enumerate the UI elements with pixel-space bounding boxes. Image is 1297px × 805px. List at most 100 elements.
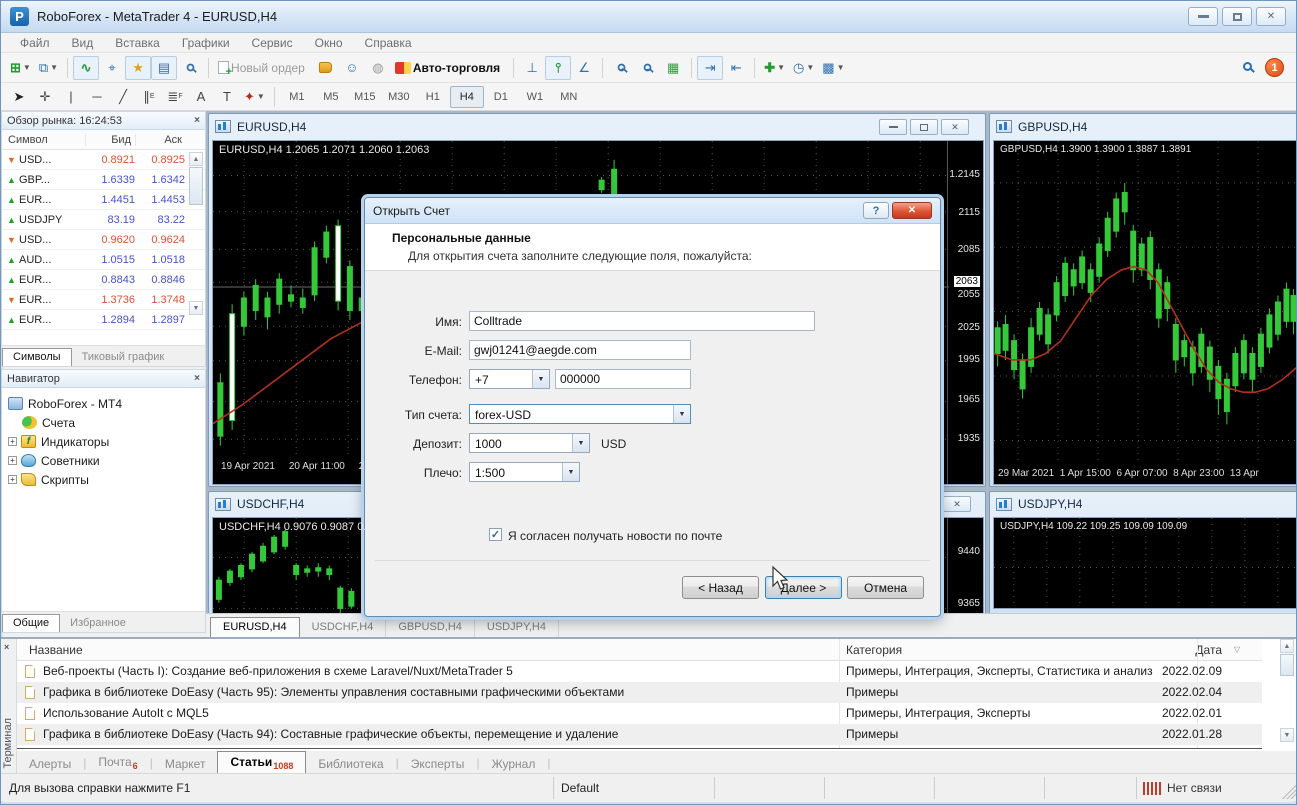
timeframe-h1[interactable]: H1 <box>416 86 450 108</box>
name-field[interactable] <box>469 311 815 331</box>
market-row[interactable]: ▼USD...0.89210.8925 <box>2 150 205 170</box>
menu-help[interactable]: Справка <box>354 36 423 50</box>
market-row[interactable]: ▲EUR...0.88430.8846 <box>2 270 205 290</box>
tab-market[interactable]: Маркет <box>153 754 218 775</box>
period-button[interactable]: ◷▼ <box>789 56 818 80</box>
text-tool-icon[interactable]: A <box>188 85 214 109</box>
scroll-down-icon[interactable]: ▼ <box>1280 728 1294 742</box>
menu-file[interactable]: Файл <box>9 36 61 50</box>
tab-experts[interactable]: Эксперты <box>399 754 477 775</box>
chart-window-titlebar[interactable]: USDJPY,H4 <box>990 492 1297 516</box>
tree-item-accounts[interactable]: Счета <box>22 413 205 432</box>
market-row[interactable]: ▲GBP...1.63391.6342 <box>2 170 205 190</box>
market-watch-close-icon[interactable]: × <box>194 115 200 126</box>
zoom-out-icon[interactable]: − <box>634 56 660 80</box>
chart-tab-gbpusd[interactable]: GBPUSD,H4 <box>386 618 475 637</box>
news-scrollbar[interactable]: ▲ ▼ <box>1280 639 1296 749</box>
tree-item-experts[interactable]: + Советники <box>8 451 205 470</box>
status-profile[interactable]: Default <box>561 781 599 795</box>
chart-window-titlebar[interactable]: EURUSD,H4 ✕ <box>209 114 985 139</box>
fibonacci-tool-icon[interactable]: ≣F <box>162 85 188 109</box>
column-ask[interactable]: Аск <box>136 134 186 146</box>
notification-badge[interactable]: 1 <box>1265 58 1284 77</box>
tab-favorites[interactable]: Избранное <box>60 615 136 632</box>
column-name[interactable]: Название <box>29 643 83 657</box>
market-watch-scrollbar[interactable]: ▲ ▼ <box>189 152 203 332</box>
shapes-tool-icon[interactable]: ✦▼ <box>240 85 269 109</box>
timeframe-m15[interactable]: M15 <box>348 86 382 108</box>
chart-plot-usdjpy[interactable]: USDJPY,H4 109.22 109.25 109.09 109.09 <box>993 517 1297 609</box>
sort-descending-icon[interactable]: ▽ <box>1234 645 1240 654</box>
chart-close-button[interactable]: ✕ <box>941 119 969 135</box>
broadcast-icon[interactable]: ◍ <box>365 56 391 80</box>
autotrading-button[interactable]: Авто-торговля <box>391 56 508 80</box>
tab-articles[interactable]: Статьи1088 <box>217 751 306 775</box>
menu-charts[interactable]: Графики <box>171 36 241 50</box>
column-date[interactable]: Дата <box>1195 643 1222 657</box>
search-icon[interactable] <box>1243 62 1252 71</box>
market-row[interactable]: ▲AUD...1.05151.0518 <box>2 250 205 270</box>
tree-item-scripts[interactable]: + Скрипты <box>8 470 205 489</box>
tree-root-account[interactable]: RoboForex - MT4 <box>8 394 205 413</box>
crosshair-target-icon[interactable]: ⌖ <box>99 56 125 80</box>
cursor-tool-icon[interactable]: ➤ <box>6 85 32 109</box>
tab-library[interactable]: Библиотека <box>306 754 395 775</box>
news-consent-checkbox[interactable]: ✓ <box>489 528 502 541</box>
market-row[interactable]: ▲EUR...1.28941.2897 <box>2 310 205 330</box>
trendline-tool-icon[interactable]: ╱ <box>110 85 136 109</box>
scroll-up-icon[interactable]: ▲ <box>189 152 203 166</box>
tab-journal[interactable]: Журнал <box>480 754 548 775</box>
tree-item-indicators[interactable]: + f Индикаторы <box>8 432 205 451</box>
expand-icon[interactable]: + <box>8 456 17 465</box>
timeframe-m30[interactable]: M30 <box>382 86 416 108</box>
resize-grip[interactable] <box>1282 785 1296 799</box>
timeframe-w1[interactable]: W1 <box>518 86 552 108</box>
line-chart-mode-icon[interactable]: ∠ <box>571 56 597 80</box>
menu-insert[interactable]: Вставка <box>104 36 171 50</box>
news-row[interactable]: Графика в библиотеке DoEasy (Часть 95): … <box>17 682 1262 703</box>
chart-window-titlebar[interactable]: GBPUSD,H4 <box>990 114 1297 139</box>
chart-minimize-button[interactable] <box>879 119 907 135</box>
column-category[interactable]: Категория <box>846 643 902 657</box>
candlestick-mode-icon[interactable]: ⫯ <box>545 56 571 80</box>
history-center-icon[interactable] <box>313 56 339 80</box>
news-row[interactable]: Использование AutoIt с MQL5 Примеры, Инт… <box>17 703 1262 724</box>
account-type-select[interactable]: forex-USD▼ <box>469 404 691 424</box>
column-symbol[interactable]: Символ <box>2 134 86 146</box>
back-button[interactable]: < Назад <box>682 576 759 599</box>
phone-field[interactable] <box>555 369 691 389</box>
dialog-close-button[interactable]: ✕ <box>892 202 932 219</box>
channel-tool-icon[interactable]: ∥E <box>136 85 162 109</box>
leverage-select[interactable]: 1:500▼ <box>469 462 580 482</box>
text-label-tool-icon[interactable]: T <box>214 85 240 109</box>
dialog-help-button[interactable]: ? <box>863 202 889 219</box>
tick-chart-icon[interactable]: ∿ <box>73 56 99 80</box>
profiles-button[interactable]: ⧉▼ <box>35 56 62 80</box>
terminal-close-icon[interactable]: × <box>4 642 9 652</box>
scroll-thumb[interactable] <box>189 167 203 205</box>
chart-tab-usdchf[interactable]: USDCHF,H4 <box>300 618 387 637</box>
column-bid[interactable]: Бид <box>86 134 136 146</box>
expand-icon[interactable]: + <box>8 475 17 484</box>
crosshair-tool-icon[interactable]: ✛ <box>32 85 58 109</box>
tab-mailbox[interactable]: Почта6 <box>86 752 149 775</box>
timeframe-d1[interactable]: D1 <box>484 86 518 108</box>
vertical-line-tool-icon[interactable]: | <box>58 85 84 109</box>
news-row[interactable]: Веб-проекты (Часть I): Создание веб-прил… <box>17 661 1262 682</box>
chart-close-button[interactable]: ✕ <box>943 496 971 512</box>
minimize-button[interactable] <box>1188 7 1218 26</box>
market-watch-toggle-icon[interactable]: ▤ <box>151 56 177 80</box>
zoom-in-icon[interactable]: + <box>608 56 634 80</box>
template-button[interactable]: ▩▼ <box>818 56 848 80</box>
cancel-button[interactable]: Отмена <box>847 576 924 599</box>
add-indicator-button[interactable]: ✚▼ <box>760 56 789 80</box>
phone-code-select[interactable]: +7▼ <box>469 369 550 389</box>
timeframe-h4[interactable]: H4 <box>450 86 484 108</box>
chart-tab-eurusd[interactable]: EURUSD,H4 <box>210 617 300 637</box>
menu-window[interactable]: Окно <box>304 36 354 50</box>
market-row[interactable]: ▲EUR...1.44511.4453 <box>2 190 205 210</box>
news-row[interactable]: Графика в библиотеке DoEasy (Часть 94): … <box>17 724 1262 745</box>
web-terminal-icon[interactable]: ☺ <box>339 56 365 80</box>
market-row[interactable]: ▼EUR...1.37361.3748 <box>2 290 205 310</box>
timeframe-m1[interactable]: M1 <box>280 86 314 108</box>
